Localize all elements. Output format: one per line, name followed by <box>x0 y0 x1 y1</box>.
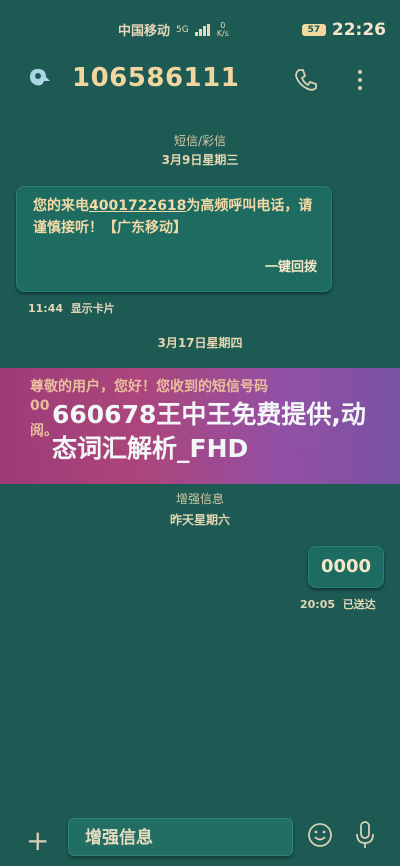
microphone-icon[interactable] <box>354 820 376 850</box>
sent-message-bubble[interactable]: 0000 <box>308 546 384 588</box>
carrier-name: 中国移动 <box>118 24 171 39</box>
banner-headline: 660678王中王免费提供,动态词汇解析_FHD <box>52 400 366 463</box>
sent-message-meta: 20:05 已送达 <box>300 596 376 612</box>
message-text: 您的来电4001722618为高频呼叫电话，请谨慎接听！【广东移动】 <box>33 195 319 239</box>
message-timestamp: 20:05 <box>300 598 336 611</box>
message-bubble[interactable]: 您的来电4001722618为高频呼叫电话，请谨慎接听！【广东移动】 一键回拨 <box>16 186 332 292</box>
one-click-callback-button[interactable]: 一键回拨 <box>265 257 317 279</box>
message-text: 00 <box>30 398 50 414</box>
message-text: 尊敬的用户，您好！您收到的短信号码 <box>30 379 268 395</box>
date-separator: 3月9日星期三 <box>161 153 239 167</box>
signal-icon <box>194 23 210 36</box>
show-card-link[interactable]: 显示卡片 <box>71 302 115 315</box>
message-type-label: 增强信息 <box>175 492 224 506</box>
more-options-icon[interactable] <box>350 67 370 93</box>
speed-unit: K/s <box>216 28 229 38</box>
status-bar: 中国移动 5G 0 K/s 57 22:26 <box>0 0 400 40</box>
date-separator: 3月17日星期四 <box>157 336 243 350</box>
message-text-part: 您的来电 <box>33 198 89 214</box>
composer-bar: + 增强信息 <box>0 810 400 866</box>
contact-avatar-icon[interactable] <box>26 67 54 89</box>
phone-icon[interactable] <box>293 67 319 93</box>
battery-icon: 57 <box>301 24 326 36</box>
page-title: 106586111 <box>72 63 240 93</box>
message-input[interactable]: 增强信息 <box>68 818 293 856</box>
date-separator: 昨天星期六 <box>169 513 230 527</box>
message-time: 11:44 显示卡片 <box>28 300 115 316</box>
clock: 22:26 <box>331 20 386 40</box>
emoji-icon[interactable] <box>307 822 333 848</box>
phone-number-link[interactable]: 4001722618 <box>89 198 186 214</box>
delivery-status: 已送达 <box>342 598 376 611</box>
add-attachment-icon[interactable]: + <box>26 824 49 857</box>
network-speed: 0 K/s <box>216 21 229 38</box>
message-timestamp: 11:44 <box>28 302 64 315</box>
conversation-header: 106586111 <box>0 55 400 105</box>
network-type: 5G <box>176 24 189 35</box>
message-type-label: 短信/彩信 <box>173 134 227 148</box>
overlay-banner: 尊敬的用户，您好！您收到的短信号码 00 阅。 660678王中王免费提供,动态… <box>0 368 400 484</box>
